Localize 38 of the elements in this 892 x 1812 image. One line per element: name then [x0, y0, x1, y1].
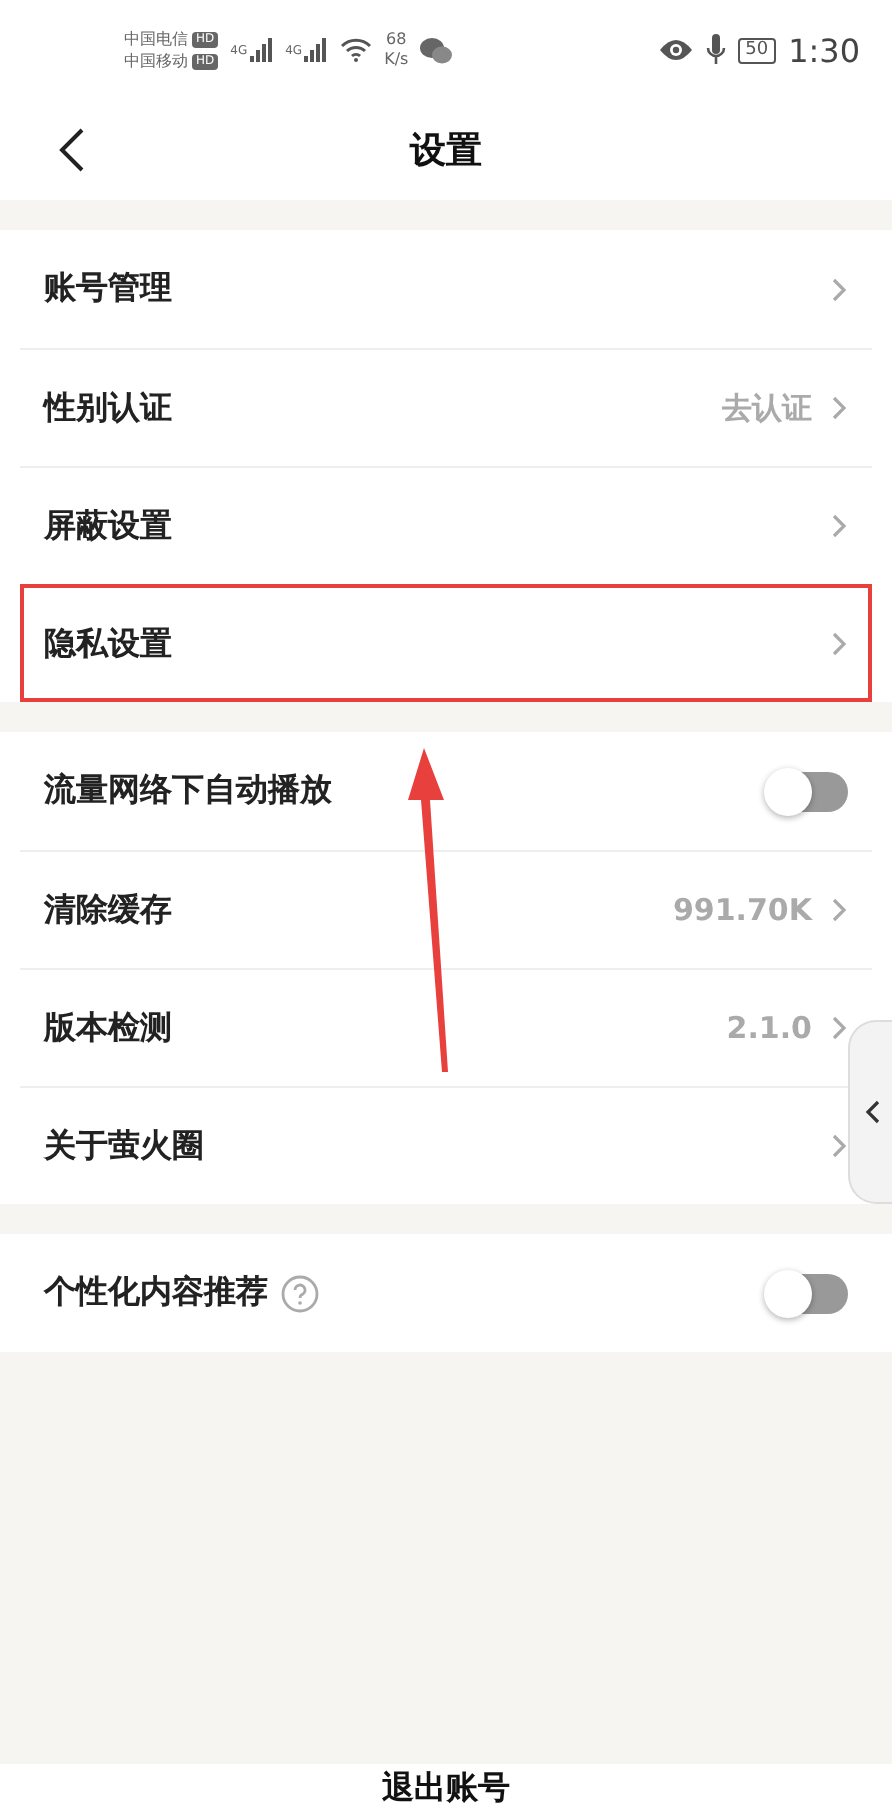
network-speed: 68: [386, 30, 407, 50]
row-label: 版本检测: [44, 1007, 172, 1049]
carrier-name: 中国移动: [124, 51, 188, 71]
help-icon[interactable]: [280, 1273, 320, 1313]
row-label: 账号管理: [44, 268, 172, 310]
chevron-right-icon: [832, 396, 848, 420]
row-label: 性别认证: [44, 387, 172, 429]
battery-level: 50: [737, 37, 777, 63]
chevron-right-icon: [832, 514, 848, 538]
side-drawer-handle[interactable]: [848, 1020, 892, 1204]
toggle-switch[interactable]: [768, 1273, 848, 1313]
clock: 1:30: [788, 31, 860, 69]
row-label: 清除缓存: [44, 889, 172, 931]
row-value: 去认证: [722, 389, 812, 427]
chat-icon: [420, 37, 453, 63]
carrier-name: 中国电信: [124, 29, 188, 49]
speed-unit: K/s: [384, 50, 409, 70]
chevron-right-icon: [832, 898, 848, 922]
chevron-right-icon: [832, 1134, 848, 1158]
microphone-icon: [705, 34, 726, 66]
row-label: 关于萤火圈: [44, 1125, 204, 1167]
row-label: 个性化内容推荐: [44, 1272, 268, 1314]
highlighted-settings-row[interactable]: 隐私设置: [20, 584, 872, 702]
chevron-right-icon: [832, 632, 848, 656]
signal-icon: [249, 38, 274, 62]
page-title: 设置: [410, 128, 482, 174]
row-label: 屏蔽设置: [44, 505, 172, 547]
chevron-right-icon: [832, 277, 848, 301]
row-label: 隐私设置: [44, 623, 172, 665]
eye-icon: [657, 38, 694, 62]
row-value: 991.70K: [672, 892, 812, 928]
row-value: 2.1.0: [726, 1010, 812, 1046]
wifi-icon: [340, 38, 373, 62]
chevron-right-icon: [832, 1016, 848, 1040]
row-label: 流量网络下自动播放: [44, 770, 332, 812]
logout-button[interactable]: 退出账号: [382, 1764, 510, 1808]
toggle-switch[interactable]: [768, 771, 848, 811]
signal-icon: [304, 38, 329, 62]
